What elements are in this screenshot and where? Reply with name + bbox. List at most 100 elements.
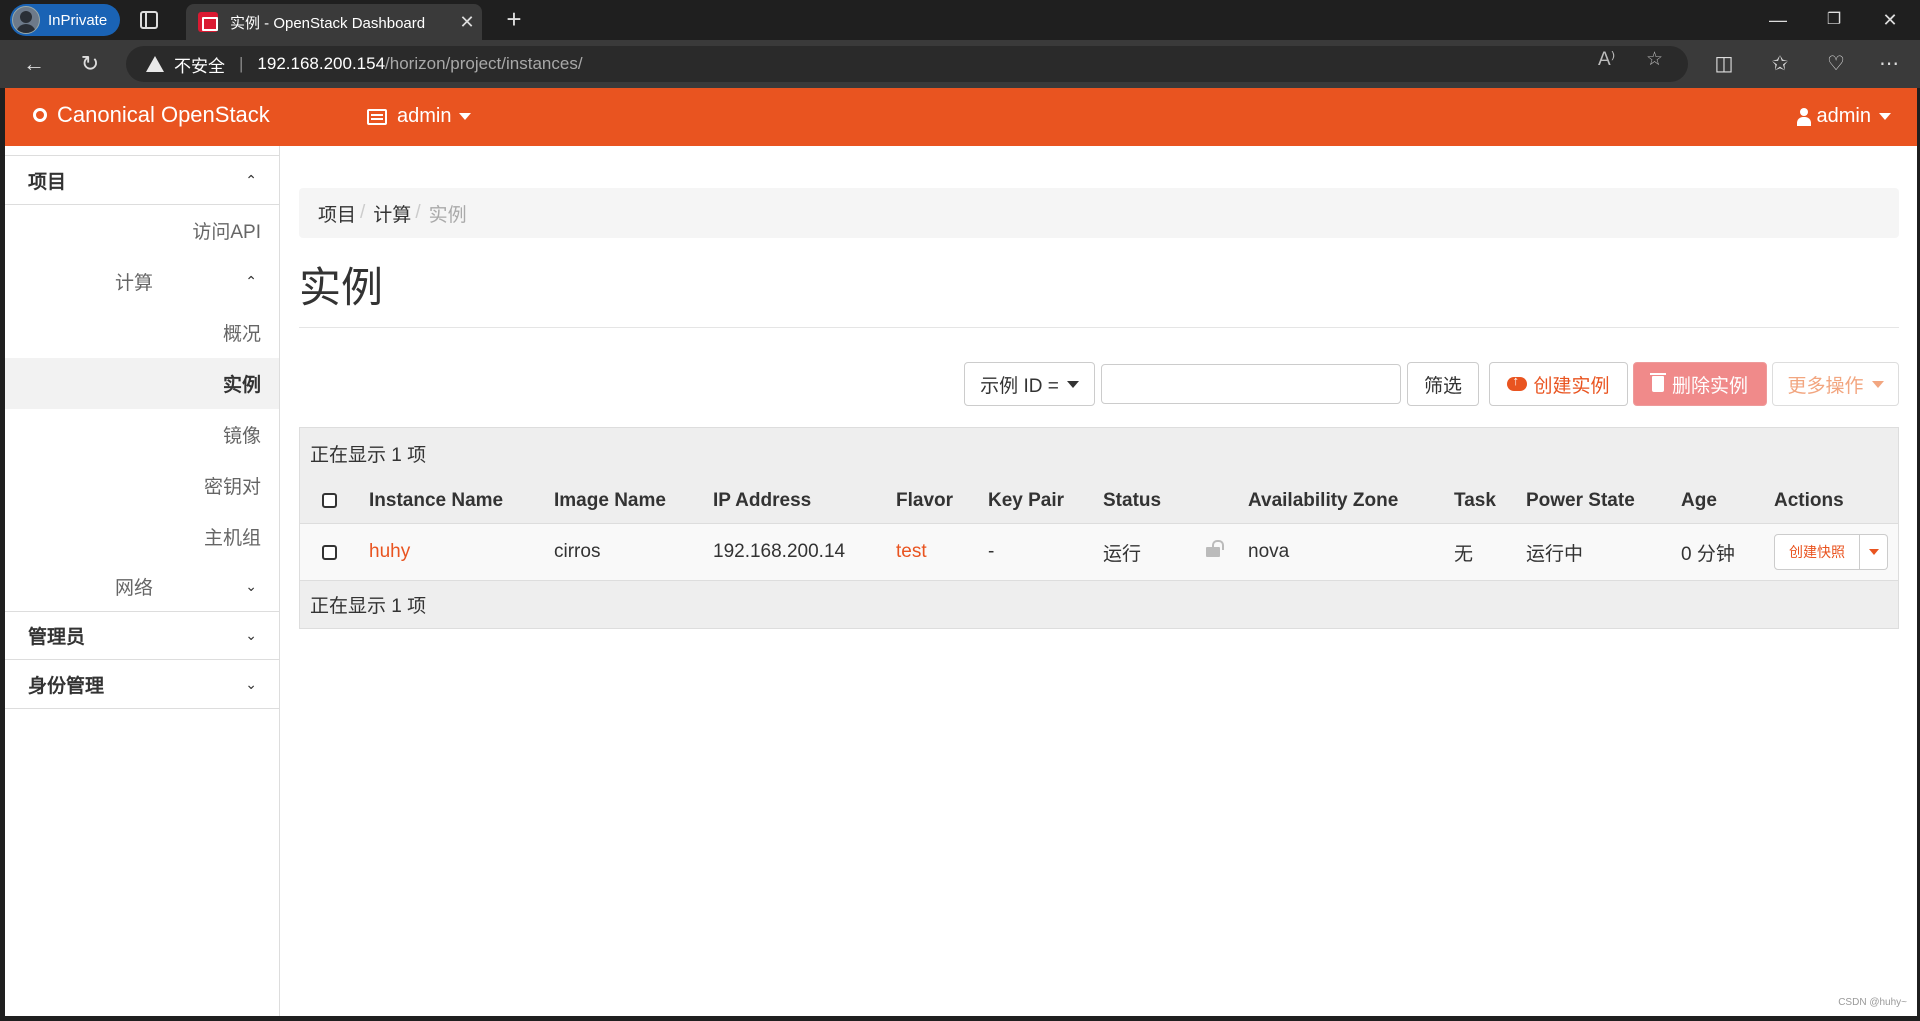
chevron-down-icon: ⌄ <box>245 627 257 643</box>
chevron-down-icon: ⌄ <box>245 675 257 692</box>
age-cell: 0 分钟 <box>1681 543 1735 565</box>
chevron-up-icon: ⌃ <box>245 171 257 188</box>
favorites-icon[interactable]: ✩ <box>1764 48 1796 80</box>
browser-tab-active[interactable]: 实例 - OpenStack Dashboard ✕ <box>186 4 482 40</box>
user-icon <box>1796 107 1811 126</box>
sidebar-section-project[interactable]: 项目 ⌃ <box>5 156 279 205</box>
project-dropdown[interactable]: admin <box>367 105 472 128</box>
inprivate-badge[interactable]: InPrivate <box>10 4 120 36</box>
canonical-logo-icon <box>33 108 47 122</box>
column-availability-zone[interactable]: Availability Zone <box>1248 490 1398 512</box>
window-close-button[interactable]: ✕ <box>1862 0 1918 40</box>
sidebar-item-server-groups[interactable]: 主机组 <box>5 511 279 562</box>
tab-actions-icon[interactable] <box>140 11 158 29</box>
inprivate-label: InPrivate <box>48 11 108 29</box>
filter-button[interactable]: 筛选 <box>1407 362 1479 406</box>
user-name: admin <box>1816 105 1871 127</box>
group-label: 网络 <box>115 578 154 599</box>
table-row: huhy cirros 192.168.200.14 test - 运行 nov… <box>300 523 1898 580</box>
select-all-checkbox[interactable] <box>322 493 337 508</box>
url-path: /horizon/project/instances/ <box>385 54 583 73</box>
page-title: 实例 <box>299 264 384 311</box>
user-dropdown[interactable]: admin <box>1796 105 1891 128</box>
split-screen-icon[interactable]: ◫ <box>1708 48 1740 80</box>
sidebar-item-overview[interactable]: 概况 <box>5 307 279 358</box>
caret-down-icon <box>459 113 472 120</box>
section-label: 项目 <box>28 171 67 193</box>
unlocked-icon <box>1206 540 1224 557</box>
column-ip-address[interactable]: IP Address <box>713 490 811 512</box>
trash-icon <box>1649 373 1666 392</box>
ip-address-cell: 192.168.200.14 <box>713 541 846 562</box>
address-bar[interactable]: 不安全 | 192.168.200.154 /horizon/project/i… <box>126 46 1688 82</box>
filter-input[interactable] <box>1101 364 1401 404</box>
breadcrumb-separator: / <box>360 202 366 223</box>
row-checkbox[interactable] <box>322 544 337 560</box>
caret-down-icon <box>1879 113 1891 120</box>
browser-tab-bar: InPrivate 实例 - OpenStack Dashboard ✕ + —… <box>0 0 1920 40</box>
column-status[interactable]: Status <box>1103 490 1161 512</box>
window-restore-button[interactable]: ❐ <box>1806 0 1862 40</box>
breadcrumb: 项目 / 计算 / 实例 <box>299 188 1899 238</box>
window-minimize-button[interactable]: — <box>1750 0 1806 40</box>
row-actions-dropdown[interactable] <box>1860 534 1888 570</box>
group-label: 计算 <box>115 273 154 294</box>
row-action-group: 创建快照 <box>1774 534 1888 570</box>
caret-down-icon <box>1868 549 1879 555</box>
chevron-up-icon: ⌃ <box>245 273 257 289</box>
breadcrumb-item-project[interactable]: 项目 <box>318 200 356 227</box>
column-age[interactable]: Age <box>1681 490 1717 512</box>
column-instance-name[interactable]: Instance Name <box>369 490 503 512</box>
sidebar-item-images[interactable]: 镜像 <box>5 409 279 460</box>
breadcrumb-item-compute[interactable]: 计算 <box>373 200 411 227</box>
more-actions-label: 更多操作 <box>1787 375 1864 397</box>
sidebar-section-identity[interactable]: 身份管理 ⌄ <box>5 660 279 709</box>
column-image-name[interactable]: Image Name <box>554 490 666 512</box>
new-tab-button[interactable]: + <box>498 4 530 36</box>
refresh-icon[interactable]: ↻ <box>72 48 108 80</box>
column-key-pair[interactable]: Key Pair <box>988 490 1064 512</box>
create-snapshot-button[interactable]: 创建快照 <box>1774 534 1860 570</box>
tab-close-icon[interactable]: ✕ <box>452 12 482 33</box>
sidebar-item-api-access[interactable]: 访问API <box>5 205 279 256</box>
sidebar-group-compute[interactable]: 计算 ⌃ <box>5 256 279 307</box>
project-name: admin <box>397 105 452 127</box>
table-summary-top: 正在显示 1 项 <box>300 428 1898 478</box>
column-flavor[interactable]: Flavor <box>896 490 953 512</box>
create-instance-button[interactable]: 创建实例 <box>1489 362 1628 406</box>
more-actions-button[interactable]: 更多操作 <box>1772 362 1899 406</box>
key-pair-cell: - <box>988 541 995 562</box>
chevron-down-icon: ⌄ <box>245 578 257 594</box>
brand-logo[interactable]: Canonical OpenStack <box>33 102 270 128</box>
filter-field-dropdown[interactable]: 示例 ID = <box>964 362 1095 406</box>
brand-name: Canonical OpenStack <box>57 102 270 127</box>
project-list-icon <box>367 108 387 125</box>
delete-instance-button[interactable]: 删除实例 <box>1633 362 1767 406</box>
read-aloud-icon[interactable]: A⁾ <box>1598 48 1615 71</box>
watermark: CSDN @huhy~ <box>1838 997 1907 1008</box>
url-host: 192.168.200.154 <box>257 54 386 73</box>
create-instance-label: 创建实例 <box>1533 375 1610 397</box>
column-power-state[interactable]: Power State <box>1526 490 1635 512</box>
more-menu-icon[interactable]: ⋯ <box>1873 48 1905 80</box>
warning-icon <box>146 56 164 72</box>
sidebar-item-key-pairs[interactable]: 密钥对 <box>5 460 279 511</box>
browser-essentials-icon[interactable]: ♡ <box>1820 48 1852 80</box>
sidebar-item-instances[interactable]: 实例 <box>5 358 279 409</box>
sidebar-group-network[interactable]: 网络 ⌄ <box>5 562 279 611</box>
instance-name-link[interactable]: huhy <box>369 541 410 563</box>
delete-instance-label: 删除实例 <box>1671 375 1748 397</box>
browser-toolbar: ← ↻ 不安全 | 192.168.200.154 /horizon/proje… <box>0 40 1920 88</box>
breadcrumb-item-instances: 实例 <box>428 204 467 226</box>
task-cell: 无 <box>1454 543 1474 565</box>
section-label: 身份管理 <box>28 675 105 697</box>
sidebar-section-admin[interactable]: 管理员 ⌄ <box>5 611 279 660</box>
section-label: 管理员 <box>28 627 86 648</box>
column-task[interactable]: Task <box>1454 490 1496 512</box>
back-arrow-icon[interactable]: ← <box>16 48 52 80</box>
flavor-link[interactable]: test <box>896 541 927 563</box>
openstack-favicon-icon <box>198 12 218 32</box>
title-divider <box>299 327 1899 328</box>
favorite-star-icon[interactable]: ☆ <box>1646 48 1663 71</box>
openstack-page: Canonical OpenStack admin admin 项目 ⌃ 访问A… <box>5 88 1917 1016</box>
